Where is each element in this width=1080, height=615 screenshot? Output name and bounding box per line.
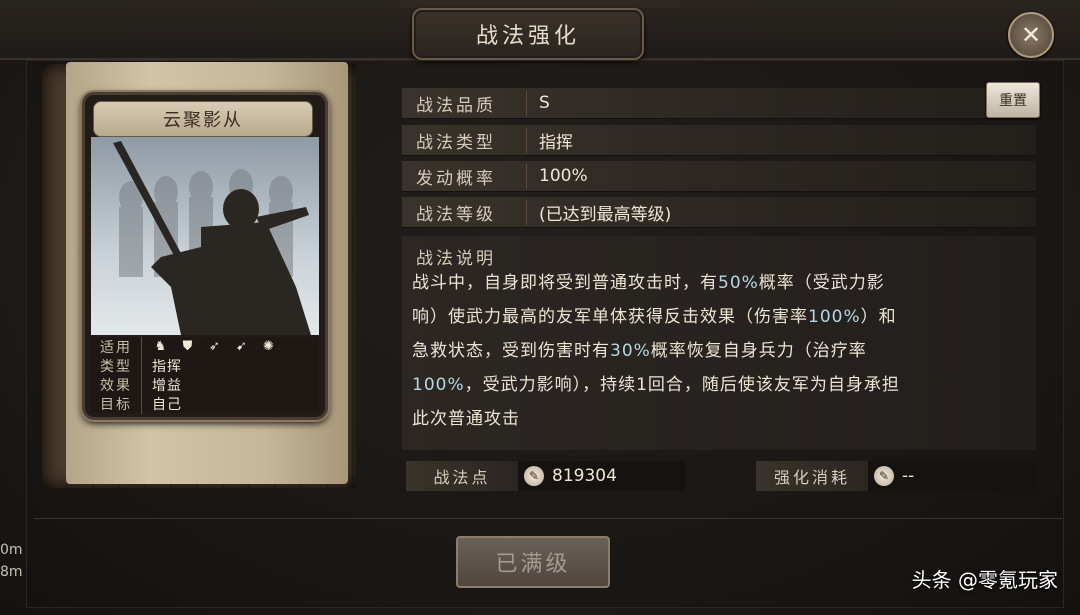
unit-type-icons: ♞ ⛊ ➶ ➹ ✺	[142, 339, 278, 355]
row-label: 发动概率	[402, 163, 527, 189]
max-level-button[interactable]: 已满级	[456, 536, 610, 588]
info-row-applicable: 适用 ♞ ⛊ ➶ ➹ ✺	[91, 336, 319, 357]
info-value: 指挥	[152, 358, 182, 375]
tactic-card: 云聚影从 适用 ♞ ⛊ ➶ ➹ ✺ 类型 指挥 效果 增益 目标 自己	[82, 92, 328, 420]
description-line: 100%，受武力影响），持续1回合，随后使该友军为自身承担	[412, 375, 900, 395]
info-row-target: 目标 自己	[91, 393, 319, 414]
row-probability: 发动概率 100%	[402, 161, 1036, 192]
tactic-point-icon: ✎	[524, 466, 544, 486]
description-line: 急救状态，受到伤害时有30%概率恢复自身兵力（治疗率	[412, 341, 867, 361]
info-label: 效果	[91, 374, 142, 395]
spear-icon: ➹	[236, 339, 248, 354]
bow-icon: ➶	[209, 339, 221, 354]
wheel-icon: ✺	[263, 339, 275, 354]
info-value: 自己	[152, 396, 182, 413]
info-value: 增益	[152, 377, 182, 394]
description-text: 战斗中，自身即将受到普通攻击时，有50%概率（受武力影 响）使武力最高的友军单体…	[412, 266, 1032, 436]
side-text: 8m	[0, 564, 23, 580]
description-line: 此次普通攻击	[412, 409, 520, 429]
window-title: 战法强化	[412, 8, 644, 60]
tactic-card-name: 云聚影从	[93, 101, 313, 137]
points-value-box: ✎ 819304	[518, 461, 686, 491]
info-label: 目标	[91, 393, 142, 414]
cost-label: 强化消耗	[756, 461, 868, 491]
cavalry-icon: ♞	[154, 339, 168, 354]
info-label: 适用	[91, 336, 142, 357]
side-text: 0m	[0, 542, 23, 558]
cost-value: --	[902, 466, 915, 486]
shield-icon: ⛊	[182, 339, 194, 354]
tactic-card-info: 适用 ♞ ⛊ ➶ ➹ ✺ 类型 指挥 效果 增益 目标 自己	[91, 336, 319, 414]
info-row-effect: 效果 增益	[91, 374, 319, 395]
title-ornament	[398, 0, 682, 8]
row-label: 战法类型	[402, 127, 527, 153]
close-icon: ✕	[1020, 21, 1042, 49]
info-label: 类型	[91, 355, 142, 376]
row-type: 战法类型 指挥	[402, 125, 1036, 156]
tactic-points: 战法点 ✎ 819304	[406, 460, 686, 492]
row-level: 战法等级 (已达到最高等级)	[402, 197, 1036, 228]
close-button[interactable]: ✕	[1008, 12, 1054, 58]
tactic-point-icon: ✎	[874, 466, 894, 486]
divider	[34, 518, 1062, 519]
row-value: S	[539, 93, 550, 113]
points-value: 819304	[552, 466, 617, 486]
description-box: 战法说明 战斗中，自身即将受到普通攻击时，有50%概率（受武力影 响）使武力最高…	[402, 236, 1036, 450]
reset-button[interactable]: 重置	[986, 82, 1040, 118]
row-label: 战法等级	[402, 199, 527, 225]
description-line: 响）使武力最高的友军单体获得反击效果（伤害率100%）和	[412, 307, 897, 327]
watermark: 头条 @零氪玩家	[911, 568, 1058, 592]
row-label: 战法品质	[402, 90, 527, 116]
cost-value-box: ✎ --	[868, 461, 1036, 491]
row-value: (已达到最高等级)	[539, 204, 672, 225]
description-line: 战斗中，自身即将受到普通攻击时，有50%概率（受武力影	[412, 273, 885, 293]
tactic-card-art	[91, 137, 319, 335]
warrior-illustration	[113, 141, 311, 335]
info-row-type: 类型 指挥	[91, 355, 319, 376]
upgrade-cost: 强化消耗 ✎ --	[756, 460, 1036, 492]
row-quality: 战法品质 S	[402, 88, 1036, 119]
row-value: 指挥	[539, 132, 573, 153]
row-value: 100%	[539, 166, 588, 186]
points-label: 战法点	[406, 461, 518, 491]
